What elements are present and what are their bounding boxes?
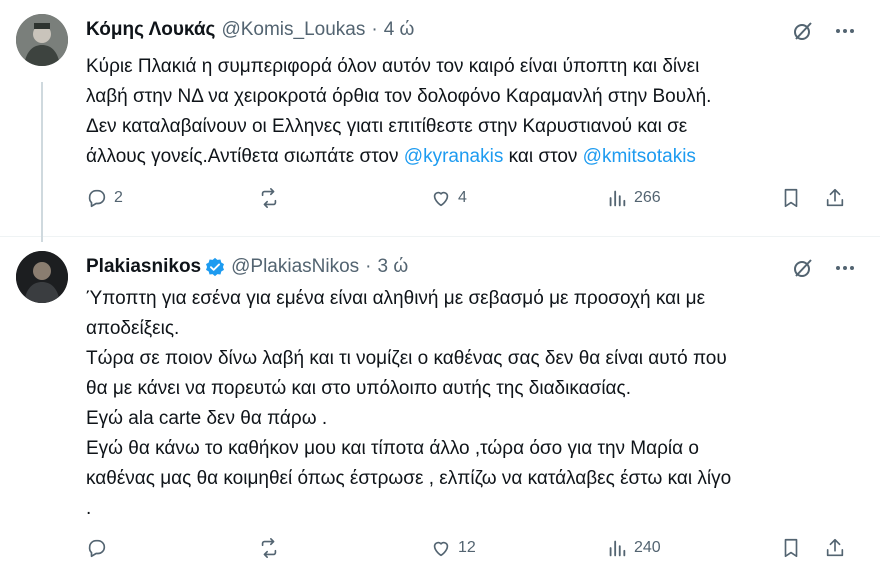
avatar[interactable] — [16, 14, 68, 66]
tweet-line: . — [86, 498, 92, 519]
tweet-line: Εγώ θα κάνω το καθήκον μου και τίποτα άλ… — [86, 438, 699, 459]
analytics-icon — [609, 190, 626, 207]
tweet-line: λαβή στην ΝΔ να χειροκροτά όρθια τον δολ… — [86, 86, 712, 107]
tweet-header: Κόμης Λουκάς @Komis_Loukas · 4 ώ — [86, 18, 414, 42]
like-button[interactable]: 12 — [430, 537, 476, 559]
tweet-text-segment: και στον — [503, 146, 583, 167]
repost-button[interactable] — [258, 537, 280, 559]
share-icon — [826, 538, 844, 557]
verified-badge-icon — [205, 257, 225, 277]
share-button[interactable] — [824, 537, 846, 559]
timestamp[interactable]: 4 ώ — [384, 18, 415, 42]
views-count: 240 — [634, 539, 661, 556]
repost-button[interactable] — [258, 187, 280, 209]
grok-icon[interactable] — [792, 257, 814, 279]
repost-icon — [261, 188, 277, 208]
tweet-header: Plakiasnikos @PlakiasNikos · 3 ώ — [86, 255, 408, 279]
bookmark-icon — [784, 538, 798, 558]
views-count: 266 — [634, 189, 661, 206]
views-button[interactable]: 266 — [606, 187, 661, 209]
reply-button[interactable] — [86, 537, 108, 559]
tweet-line: άλλους γονείς.Αντίθετα σιωπάτε στον @kyr… — [86, 142, 856, 172]
author-handle[interactable]: @Komis_Loukas — [221, 18, 365, 42]
heart-icon — [433, 541, 449, 557]
tweet-line: αποδείξεις. — [86, 318, 180, 339]
grok-icon[interactable] — [792, 20, 814, 42]
tweet-top-icons — [792, 257, 856, 279]
avatar[interactable] — [16, 251, 68, 303]
tweet-line: Τώρα σε ποιον δίνω λαβή και τι νομίζει ο… — [86, 348, 727, 369]
more-options-icon[interactable] — [834, 257, 856, 279]
views-button[interactable]: 240 — [606, 537, 661, 559]
tweet-line: Κύριε Πλακιά η συμπεριφορά όλον αυτόν το… — [86, 56, 700, 77]
like-count: 4 — [458, 189, 467, 206]
tweet-line: Εγώ ala carte δεν θα πάρω . — [86, 408, 328, 429]
reply-icon — [88, 539, 106, 558]
like-count: 12 — [458, 539, 476, 556]
tweet-line: Ύποπτη για εσένα για εμένα είναι αληθινή… — [86, 288, 706, 309]
tweet-actions: 12 240 — [86, 537, 856, 567]
bookmark-button[interactable] — [780, 537, 802, 559]
timestamp[interactable]: 3 ώ — [378, 255, 409, 279]
tweet-text-segment: άλλους γονείς.Αντίθετα σιωπάτε στον — [86, 146, 404, 167]
separator-dot: · — [371, 19, 378, 40]
mention-link[interactable]: @kmitsotakis — [583, 146, 696, 167]
more-options-icon[interactable] — [834, 20, 856, 42]
tweet-line: θα με κάνει να πορευτώ και στο υπόλοιπο … — [86, 378, 631, 399]
share-icon — [826, 188, 844, 207]
author-handle[interactable]: @PlakiasNikos — [231, 255, 359, 279]
mention-link[interactable]: @kyranakis — [404, 146, 504, 167]
tweet-line: καθένας μας θα κοιμηθεί όπως έστρωσε , ε… — [86, 468, 732, 489]
author-name[interactable]: Κόμης Λουκάς — [86, 18, 215, 42]
reply-icon — [88, 189, 106, 208]
separator-dot: · — [365, 256, 372, 277]
bookmark-icon — [784, 188, 798, 208]
repost-icon — [261, 538, 277, 558]
share-button[interactable] — [824, 187, 846, 209]
tweet-line: Δεν καταλαβαίνουν οι Ελληνες γιατι επιτί… — [86, 116, 688, 137]
like-button[interactable]: 4 — [430, 187, 467, 209]
author-name[interactable]: Plakiasnikos — [86, 255, 201, 279]
tweet-1[interactable]: Κόμης Λουκάς @Komis_Loukas · 4 ώ Κύριε Π… — [0, 0, 880, 236]
analytics-icon — [609, 540, 626, 557]
tweet-top-icons — [792, 20, 856, 42]
tweet-actions: 2 4 266 — [86, 187, 856, 217]
bookmark-button[interactable] — [780, 187, 802, 209]
tweet-text: Ύποπτη για εσένα για εμένα είναι αληθινή… — [86, 284, 866, 524]
reply-button[interactable]: 2 — [86, 187, 123, 209]
heart-icon — [433, 191, 449, 207]
reply-count: 2 — [114, 189, 123, 206]
tweet-text: Κύριε Πλακιά η συμπεριφορά όλον αυτόν το… — [86, 52, 856, 172]
